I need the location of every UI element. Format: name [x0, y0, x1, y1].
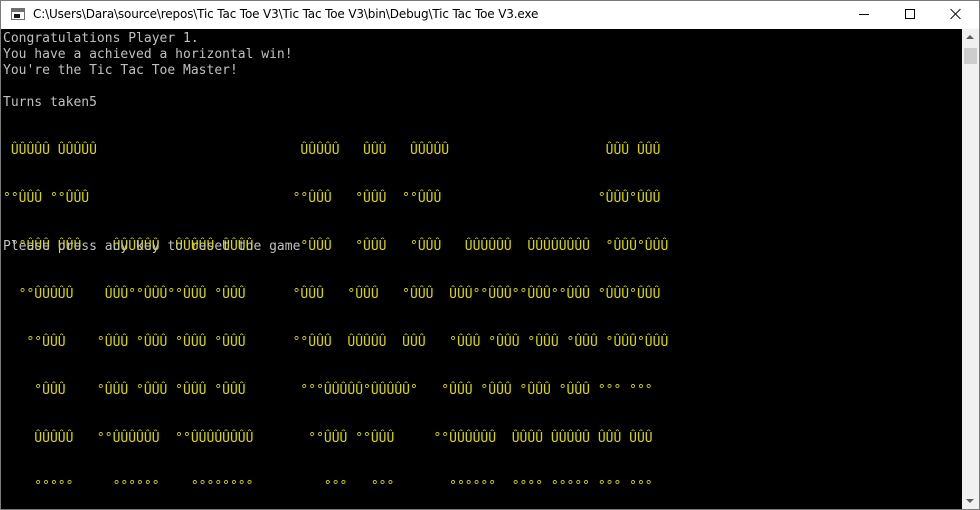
banner-line: °°ÛÛÛ °°ÛÛÛ °°ÛÛÛ °ÛÛÛ °°ÛÛÛ °ÛÛÛ°ÛÛÛ	[3, 191, 661, 206]
banner-line: °ÛÛÛ °ÛÛÛ °ÛÛÛ °ÛÛÛ °ÛÛÛ °°°ÛÛÛÛÛ°ÛÛÛÛÛ°…	[3, 383, 653, 398]
console-window: C:\Users\Dara\source\repos\Tic Tac Toe V…	[0, 0, 980, 510]
close-button[interactable]	[933, 1, 979, 29]
console-app-icon[interactable]	[11, 8, 25, 20]
scroll-up-arrow-icon	[966, 35, 974, 39]
win-type-line: You have a achieved a horizontal win!	[3, 47, 293, 62]
window-title: C:\Users\Dara\source\repos\Tic Tac Toe V…	[33, 7, 539, 21]
vertical-scrollbar[interactable]	[962, 29, 979, 509]
minimize-icon	[859, 14, 869, 15]
scroll-up-button[interactable]	[962, 29, 979, 46]
banner-line: °°°°° °°°°°° °°°°°°°° °°° °°° °°°°°° °°°…	[3, 479, 653, 494]
turns-taken-line: Turns taken5	[3, 95, 97, 110]
banner-line: ÛÛÛÛÛ ÛÛÛÛÛ ÛÛÛÛÛ ÛÛÛ ÛÛÛÛÛ ÛÛÛ ÛÛÛ	[3, 143, 661, 158]
banner-line: °°ÛÛÛÛÛ ÛÛÛ°°ÛÛÛ°°ÛÛÛ °ÛÛÛ °ÛÛÛ °ÛÛÛ °ÛÛ…	[3, 287, 661, 302]
maximize-icon	[905, 9, 915, 19]
scroll-down-arrow-icon	[966, 499, 974, 503]
congratulations-line: Congratulations Player 1.	[3, 31, 199, 46]
scroll-thumb[interactable]	[964, 48, 977, 64]
title-bar[interactable]: C:\Users\Dara\source\repos\Tic Tac Toe V…	[1, 1, 979, 29]
reset-prompt-line: Please press any key to reset the game	[3, 239, 301, 254]
you-won-ascii-banner: ÛÛÛÛÛ ÛÛÛÛÛ ÛÛÛÛÛ ÛÛÛ ÛÛÛÛÛ ÛÛÛ ÛÛÛ °°ÛÛ…	[3, 111, 669, 509]
scroll-down-button[interactable]	[962, 492, 979, 509]
console-output[interactable]: Congratulations Player 1. You have a ach…	[1, 29, 961, 509]
close-icon	[950, 8, 962, 20]
master-line: You're the Tic Tac Toe Master!	[3, 63, 238, 78]
banner-line: °°ÛÛÛ °ÛÛÛ °ÛÛÛ °ÛÛÛ °ÛÛÛ °°ÛÛÛ ÛÛÛÛÛ ÛÛ…	[3, 335, 669, 350]
minimize-button[interactable]	[841, 1, 887, 29]
banner-line: ÛÛÛÛÛ °°ÛÛÛÛÛÛ °°ÛÛÛÛÛÛÛÛ °°ÛÛÛ °°ÛÛÛ °°…	[3, 431, 653, 446]
maximize-button[interactable]	[887, 1, 933, 29]
